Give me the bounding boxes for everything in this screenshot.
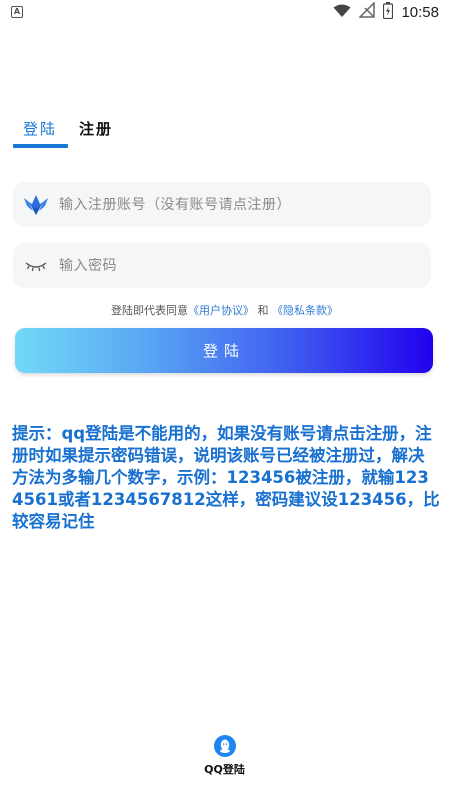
password-input[interactable]	[59, 257, 431, 274]
agreement-and: 和	[257, 304, 269, 317]
user-agreement-link[interactable]: 《用户协议》	[188, 304, 254, 317]
tab-register[interactable]: 注册	[79, 118, 113, 139]
account-input[interactable]	[59, 196, 431, 213]
signal-off-icon	[358, 1, 376, 22]
qq-login-button[interactable]: QQ登陆	[0, 735, 449, 777]
status-bar: A 10:58	[0, 0, 449, 24]
clock: 10:58	[401, 3, 439, 21]
privacy-policy-link[interactable]: 《隐私条款》	[272, 304, 338, 317]
login-button[interactable]: 登陆	[15, 328, 433, 373]
crown-wings-icon	[13, 182, 59, 227]
eye-closed-icon	[13, 243, 59, 288]
account-field[interactable]	[13, 182, 431, 227]
agreement-prefix: 登陆即代表同意	[111, 304, 188, 317]
wifi-icon	[333, 3, 351, 22]
auth-tabs: 登陆 注册	[0, 112, 200, 152]
agreement-text: 登陆即代表同意《用户协议》 和 《隐私条款》	[0, 302, 449, 318]
app-notification-icon: A	[11, 6, 23, 18]
active-tab-indicator	[13, 144, 68, 148]
battery-charging-icon	[383, 1, 394, 23]
qq-login-label[interactable]: QQ登陆	[204, 761, 245, 777]
tip-text: 提示：qq登陆是不能用的，如果没有账号请点击注册，注册时如果提示密码错误，说明该…	[12, 424, 440, 531]
tab-login[interactable]: 登陆	[23, 118, 57, 139]
password-field[interactable]	[13, 243, 431, 288]
status-icons: 10:58	[333, 1, 439, 23]
qq-penguin-icon[interactable]	[213, 735, 236, 757]
